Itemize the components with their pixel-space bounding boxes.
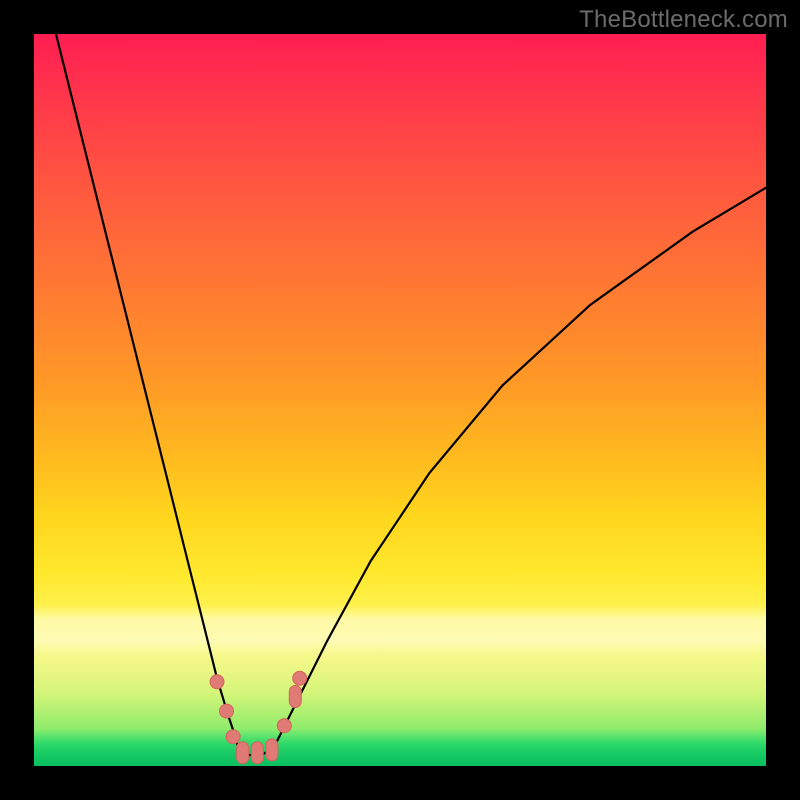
- data-markers: [210, 671, 307, 764]
- marker-dot: [277, 719, 291, 733]
- plot-area: [34, 34, 766, 766]
- marker-pill: [251, 742, 263, 764]
- marker-dot: [210, 675, 224, 689]
- watermark-text: TheBottleneck.com: [579, 6, 788, 34]
- marker-dot: [220, 704, 234, 718]
- outer-frame: TheBottleneck.com: [0, 0, 800, 800]
- curve-svg: [34, 34, 766, 766]
- marker-pill: [266, 739, 278, 761]
- marker-pill: [237, 742, 249, 764]
- marker-pill: [289, 686, 301, 708]
- marker-dot: [293, 671, 307, 685]
- bottleneck-curve: [56, 34, 766, 755]
- marker-dot: [226, 730, 240, 744]
